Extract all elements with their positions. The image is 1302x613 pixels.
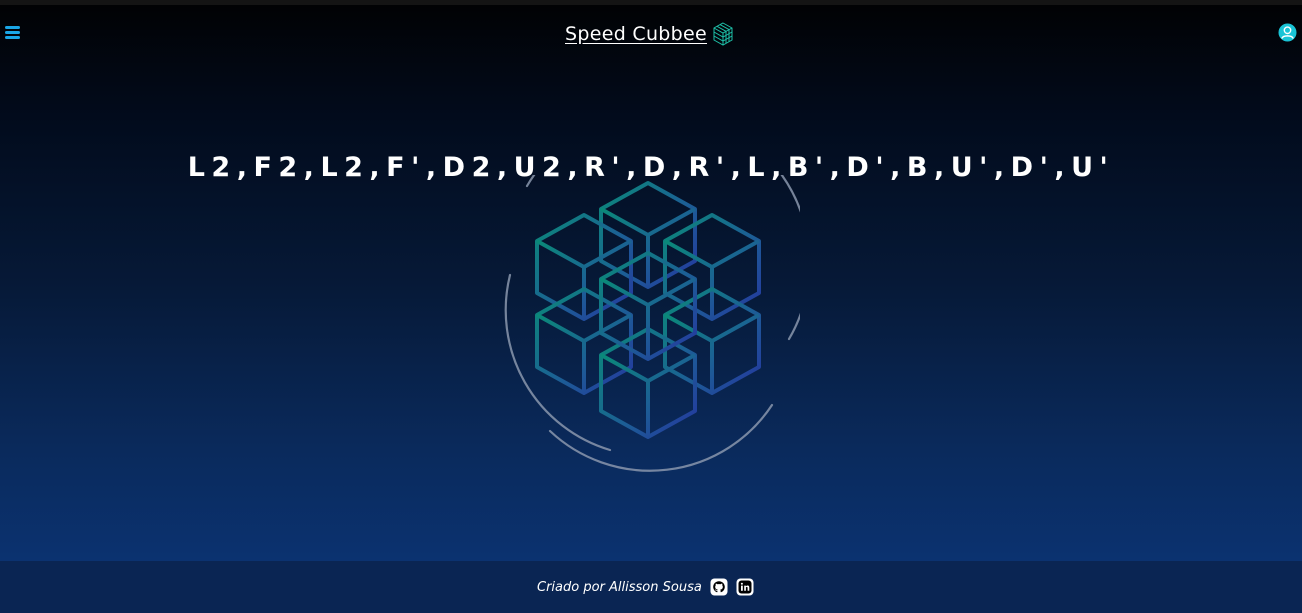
cube-logo-icon [713, 22, 733, 46]
user-profile-icon[interactable] [1278, 23, 1297, 42]
github-icon[interactable] [710, 578, 728, 596]
footer: Criado por Allisson Sousa [0, 561, 1302, 613]
linkedin-icon[interactable] [736, 578, 754, 596]
brand-link[interactable]: Speed Cubbee [565, 18, 736, 50]
footer-credit: Criado por Allisson Sousa [537, 578, 754, 596]
app-page: Speed Cubbee L2,F2,L2,F',D2,U2,R',D,R',L… [0, 0, 1302, 613]
hamburger-menu-icon[interactable] [5, 26, 21, 40]
header: Speed Cubbee [0, 5, 1302, 59]
credit-text: Criado por Allisson Sousa [537, 579, 702, 595]
brand-title: Speed Cubbee [565, 23, 708, 45]
cube-loader-graphic [504, 175, 800, 472]
